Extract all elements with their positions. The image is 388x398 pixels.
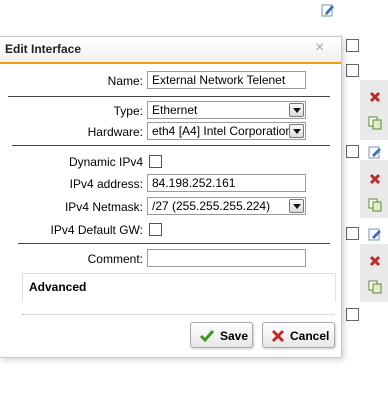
dynamic-ipv4-label: Dynamic IPv4	[68, 155, 143, 169]
select-all-checkbox[interactable]	[346, 39, 359, 52]
checkmark-icon	[199, 328, 215, 344]
advanced-section[interactable]: Advanced	[22, 273, 336, 302]
comment-label: Comment:	[87, 252, 143, 266]
copy-icon[interactable]	[368, 198, 382, 212]
ipv4-default-gw-label: IPv4 Default GW:	[50, 223, 143, 237]
row-checkbox[interactable]	[346, 227, 359, 240]
copy-icon[interactable]	[368, 280, 382, 294]
cancel-button[interactable]: Cancel	[262, 322, 335, 348]
ipv4-default-gw-row: IPv4 Default GW:	[0, 220, 341, 240]
ipv4-address-row: IPv4 address: 84.198.252.161	[0, 174, 341, 194]
row-checkbox[interactable]	[346, 145, 359, 158]
row-checkbox[interactable]	[346, 64, 359, 77]
close-icon[interactable]: ×	[315, 39, 324, 57]
delete-icon[interactable]	[368, 254, 382, 268]
dynamic-ipv4-row: Dynamic IPv4	[0, 152, 341, 172]
chevron-down-icon	[289, 103, 304, 117]
type-select[interactable]: Ethernet	[147, 101, 306, 119]
edit-interface-dialog: Edit Interface × Name: External Network …	[0, 36, 342, 358]
ipv4-netmask-select[interactable]: /27 (255.255.255.224)	[147, 197, 306, 215]
row-checkbox[interactable]	[346, 308, 359, 321]
hardware-row: Hardware: eth4 [A4] Intel Corporation	[0, 122, 341, 142]
delete-icon[interactable]	[368, 90, 382, 104]
delete-icon[interactable]	[368, 172, 382, 186]
copy-icon[interactable]	[368, 116, 382, 130]
edit-icon[interactable]	[368, 227, 382, 241]
ipv4-netmask-row: IPv4 Netmask: /27 (255.255.255.224)	[0, 197, 341, 217]
hardware-label: Hardware:	[87, 125, 143, 139]
dynamic-ipv4-checkbox[interactable]	[149, 155, 162, 168]
name-input[interactable]: External Network Telenet	[147, 71, 306, 89]
name-row: Name: External Network Telenet	[0, 71, 341, 91]
divider	[12, 145, 330, 146]
cancel-button-label: Cancel	[290, 329, 330, 343]
save-button[interactable]: Save	[190, 322, 253, 348]
dialog-title: Edit Interface	[5, 42, 82, 56]
chevron-down-icon	[289, 199, 304, 213]
ipv4-default-gw-checkbox[interactable]	[149, 223, 162, 236]
hardware-select-value: eth4 [A4] Intel Corporation	[152, 124, 293, 138]
save-button-label: Save	[220, 329, 249, 343]
cross-icon	[270, 328, 286, 344]
divider	[18, 243, 330, 244]
type-row: Type: Ethernet	[0, 101, 341, 121]
divider	[8, 96, 330, 97]
list-row-highlight	[360, 80, 388, 140]
type-label: Type:	[113, 104, 143, 118]
type-select-value: Ethernet	[152, 103, 198, 117]
section-separator	[22, 314, 334, 315]
ipv4-netmask-value: /27 (255.255.255.224)	[152, 199, 271, 213]
name-label: Name:	[107, 74, 143, 88]
comment-row: Comment:	[0, 249, 341, 269]
dialog-header: Edit Interface ×	[0, 37, 341, 64]
advanced-title: Advanced	[29, 280, 87, 294]
comment-input[interactable]	[147, 249, 306, 267]
ipv4-netmask-label: IPv4 Netmask:	[64, 200, 143, 214]
edit-icon[interactable]	[320, 2, 336, 18]
edit-icon[interactable]	[368, 145, 382, 159]
hardware-select[interactable]: eth4 [A4] Intel Corporation	[147, 122, 306, 140]
ipv4-address-input[interactable]: 84.198.252.161	[147, 174, 306, 192]
ipv4-address-label: IPv4 address:	[69, 177, 143, 191]
chevron-down-icon	[289, 124, 304, 138]
